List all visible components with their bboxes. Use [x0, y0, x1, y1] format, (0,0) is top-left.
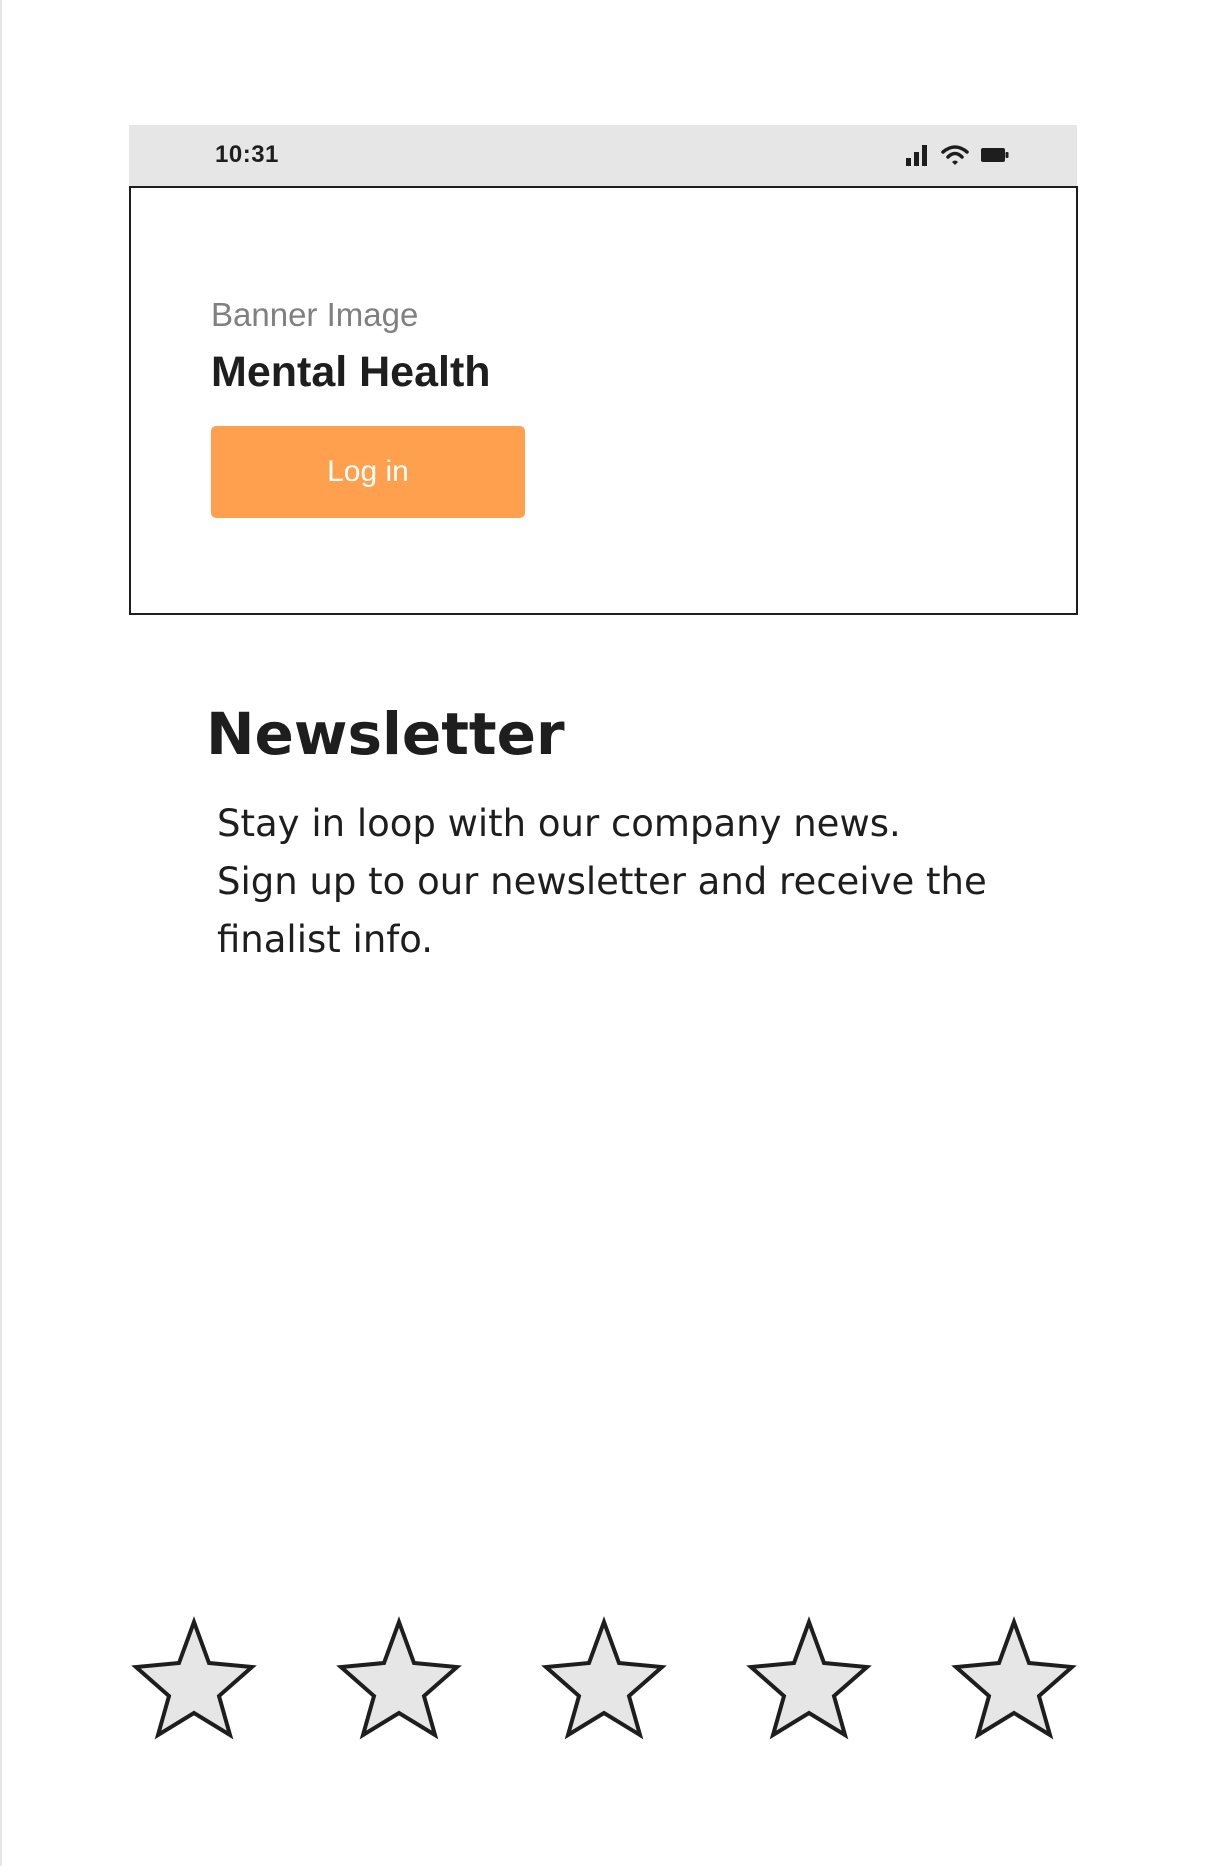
star-icon-3[interactable] — [538, 1616, 670, 1741]
banner-title: Mental Health — [211, 348, 491, 396]
status-icons — [905, 142, 1009, 168]
banner: Banner Image Mental Health Log in — [129, 186, 1078, 615]
newsletter-heading: Newsletter — [206, 700, 565, 768]
star-icon-4[interactable] — [743, 1616, 875, 1741]
newsletter-text-line: Stay in loop with our company news. — [217, 802, 901, 845]
star-icon-2[interactable] — [333, 1616, 465, 1741]
star-icon-1[interactable] — [128, 1616, 260, 1741]
newsletter-text-line: finalist info. — [217, 918, 434, 961]
newsletter-description: Stay in loop with our company news. Sign… — [217, 795, 1037, 969]
battery-icon — [981, 147, 1009, 163]
signal-icon — [905, 144, 929, 166]
wifi-icon — [941, 144, 969, 166]
status-time: 10:31 — [215, 141, 279, 168]
banner-image-caption: Banner Image — [211, 296, 419, 333]
star-rating — [128, 1616, 1081, 1741]
login-button[interactable]: Log in — [211, 426, 525, 518]
newsletter-text-line: Sign up to our newsletter and receive th… — [217, 860, 987, 903]
page-edge — [0, 0, 2, 1866]
star-icon-5[interactable] — [948, 1616, 1080, 1741]
status-bar: 10:31 — [129, 125, 1077, 186]
